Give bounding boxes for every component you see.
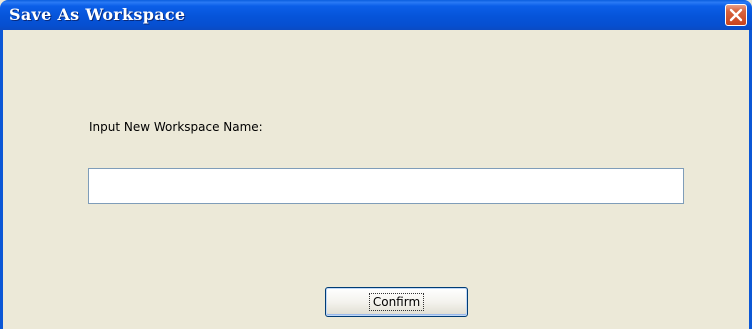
window-border-left [0, 30, 3, 329]
confirm-button[interactable]: Confirm [325, 287, 468, 317]
close-button[interactable] [725, 4, 747, 26]
close-icon [729, 8, 743, 22]
title-bar[interactable]: Save As Workspace [0, 0, 752, 30]
workspace-name-input[interactable] [88, 168, 684, 204]
workspace-name-label: Input New Workspace Name: [89, 120, 263, 134]
confirm-button-label: Confirm [368, 293, 425, 311]
save-as-workspace-dialog: Save As Workspace Input New Workspace Na… [0, 0, 752, 329]
dialog-title: Save As Workspace [9, 5, 186, 24]
